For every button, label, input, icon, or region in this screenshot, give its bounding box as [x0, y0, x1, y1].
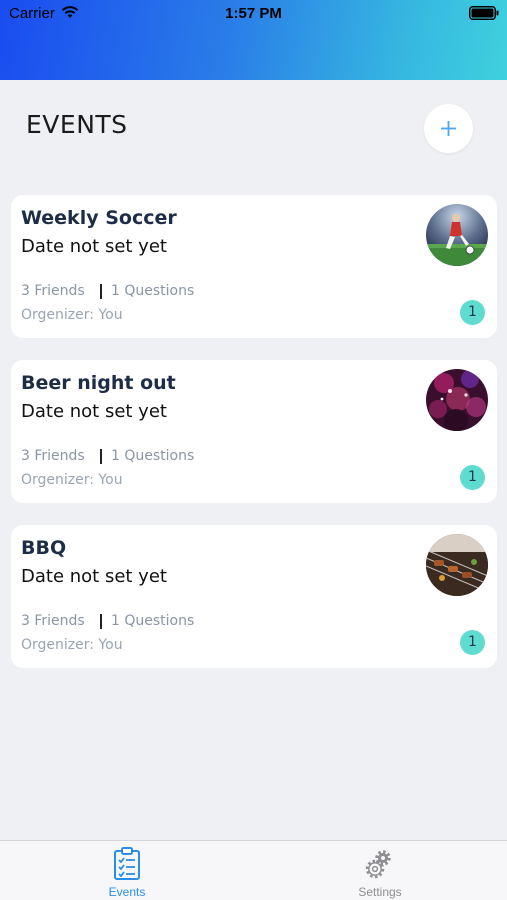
page-title: EVENTS: [26, 110, 128, 139]
gear-icon: [365, 850, 391, 879]
event-title: BBQ: [21, 537, 67, 559]
event-card[interactable]: Beer night out Date not set yet 3 Friend…: [11, 360, 497, 503]
notification-badge: 1: [460, 630, 485, 655]
event-date: Date not set yet: [21, 236, 167, 257]
event-organizer: Orgenizer: You: [21, 307, 123, 323]
tab-settings[interactable]: Settings: [310, 841, 450, 900]
divider: [100, 284, 102, 299]
event-date: Date not set yet: [21, 566, 167, 587]
event-friends-count: 3 Friends: [21, 613, 85, 629]
divider: [100, 614, 102, 629]
event-thumbnail: [426, 369, 488, 431]
checklist-icon: [114, 847, 140, 880]
add-event-button[interactable]: [424, 104, 473, 153]
event-title: Weekly Soccer: [21, 207, 177, 229]
tab-label: Settings: [358, 885, 402, 899]
tab-label: Events: [108, 885, 146, 899]
event-friends-count: 3 Friends: [21, 448, 85, 464]
event-title: Beer night out: [21, 372, 176, 394]
tab-bar: Events Settings: [0, 840, 507, 900]
event-questions-count: 1 Questions: [111, 448, 195, 464]
divider: [100, 449, 102, 464]
event-date: Date not set yet: [21, 401, 167, 422]
event-thumbnail: [426, 534, 488, 596]
event-organizer: Orgenizer: You: [21, 637, 123, 653]
clock: 1:57 PM: [225, 5, 282, 22]
notification-badge: 1: [460, 465, 485, 490]
event-friends-count: 3 Friends: [21, 283, 85, 299]
event-thumbnail: [426, 204, 488, 266]
event-questions-count: 1 Questions: [111, 613, 195, 629]
status-bar: Carrier 1:57 PM: [0, 0, 507, 28]
battery-icon: [469, 6, 499, 20]
event-questions-count: 1 Questions: [111, 283, 195, 299]
plus-icon: [441, 121, 456, 136]
event-card[interactable]: BBQ Date not set yet 3 Friends 1 Questio…: [11, 525, 497, 668]
notification-badge: 1: [460, 300, 485, 325]
event-card[interactable]: Weekly Soccer Date not set yet 3 Friends…: [11, 195, 497, 338]
event-organizer: Orgenizer: You: [21, 472, 123, 488]
tab-events[interactable]: Events: [57, 841, 197, 900]
